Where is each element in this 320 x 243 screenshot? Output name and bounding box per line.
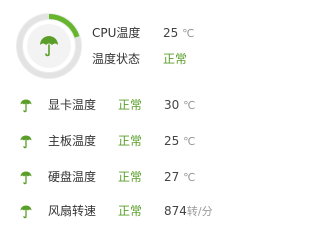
item-status: 正常 [118, 170, 143, 184]
cpu-temperature-label: CPU温度 [92, 26, 141, 40]
list-item-fan-speed: 风扇转速 正常 874转/分 [0, 201, 240, 221]
item-status: 正常 [118, 98, 143, 112]
cpu-temperature-value: 25 ℃ [163, 26, 195, 40]
item-name: 显卡温度 [48, 98, 97, 112]
item-value: 874转/分 [164, 204, 213, 218]
item-name: 主板温度 [48, 134, 97, 148]
temperature-state-value: 正常 [163, 52, 188, 66]
list-item-disk-temperature: 硬盘温度 正常 27 ℃ [0, 167, 240, 187]
item-name: 硬盘温度 [48, 170, 97, 184]
umbrella-icon [20, 205, 32, 219]
umbrella-icon [20, 171, 32, 185]
cpu-temperature-gauge [15, 12, 83, 80]
umbrella-icon [20, 99, 32, 113]
item-status: 正常 [118, 134, 143, 148]
item-value: 27 ℃ [164, 170, 196, 184]
item-status: 正常 [118, 204, 143, 218]
temperature-state-label: 温度状态 [92, 52, 141, 66]
item-name: 风扇转速 [48, 204, 97, 218]
item-value: 25 ℃ [164, 134, 196, 148]
item-value: 30 ℃ [164, 98, 196, 112]
list-item-gpu-temperature: 显卡温度 正常 30 ℃ [0, 95, 240, 115]
umbrella-icon [20, 135, 32, 149]
hardware-temperature-panel: CPU温度 25 ℃ 温度状态 正常 显卡温度 正常 30 ℃ 主板温度 正常 … [0, 0, 240, 243]
list-item-motherboard-temperature: 主板温度 正常 25 ℃ [0, 131, 240, 151]
